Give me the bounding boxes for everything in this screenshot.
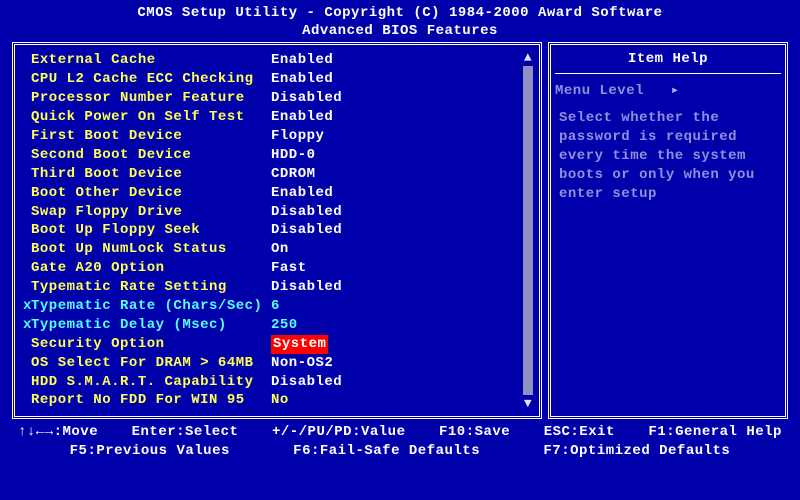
help-panel: Item Help Menu Level ▸ Select whether th… xyxy=(548,42,788,419)
setting-label: Processor Number Feature xyxy=(31,89,271,108)
setting-row[interactable]: Swap Floppy DriveDisabled xyxy=(31,203,513,222)
help-title: Item Help xyxy=(555,51,781,74)
setting-value[interactable]: Disabled xyxy=(271,221,342,240)
setting-label: CPU L2 Cache ECC Checking xyxy=(31,70,271,89)
menu-level-icon: ▸ xyxy=(671,83,680,99)
setting-value[interactable]: Enabled xyxy=(271,51,333,70)
setting-row[interactable]: Boot Other DeviceEnabled xyxy=(31,184,513,203)
app-title: CMOS Setup Utility - Copyright (C) 1984-… xyxy=(0,4,800,22)
setting-row[interactable]: Second Boot DeviceHDD-0 xyxy=(31,146,513,165)
scroll-up-icon[interactable]: ▲ xyxy=(524,51,532,64)
menu-level-label: Menu Level xyxy=(555,83,644,99)
setting-label: Swap Floppy Drive xyxy=(31,203,271,222)
scroll-down-icon[interactable]: ▼ xyxy=(524,397,532,410)
hint-select: Enter:Select xyxy=(132,423,239,442)
hint-value: +/-/PU/PD:Value xyxy=(272,423,406,442)
setting-label: Security Option xyxy=(31,335,271,354)
menu-level: Menu Level ▸ xyxy=(555,82,781,99)
hint-exit: ESC:Exit xyxy=(544,423,615,442)
setting-row[interactable]: External CacheEnabled xyxy=(31,51,513,70)
setting-value[interactable]: No xyxy=(271,391,289,410)
setting-value[interactable]: 6 xyxy=(271,297,280,316)
setting-label: First Boot Device xyxy=(31,127,271,146)
setting-value[interactable]: Disabled xyxy=(271,373,342,392)
setting-row[interactable]: Typematic Rate (Chars/Sec)6 xyxy=(31,297,513,316)
setting-label: Report No FDD For WIN 95 xyxy=(31,391,271,410)
help-text: Select whether the password is required … xyxy=(555,109,781,203)
setting-row[interactable]: Typematic Delay (Msec)250 xyxy=(31,316,513,335)
setting-value[interactable]: 250 xyxy=(271,316,298,335)
setting-value[interactable]: Disabled xyxy=(271,203,342,222)
footer-hints: ↑↓←→:Move Enter:Select +/-/PU/PD:Value F… xyxy=(0,419,800,461)
scroll-track[interactable] xyxy=(523,66,533,395)
setting-row[interactable]: OS Select For DRAM > 64MBNon-OS2 xyxy=(31,354,513,373)
scrollbar[interactable]: ▲ ▼ xyxy=(521,51,535,410)
setting-row[interactable]: Security OptionSystem xyxy=(31,335,513,354)
setting-label: HDD S.M.A.R.T. Capability xyxy=(31,373,271,392)
setting-value[interactable]: On xyxy=(271,240,289,259)
setting-label: Boot Up NumLock Status xyxy=(31,240,271,259)
settings-list[interactable]: External CacheEnabledCPU L2 Cache ECC Ch… xyxy=(19,51,517,410)
setting-label: Typematic Delay (Msec) xyxy=(31,316,271,335)
setting-label: Quick Power On Self Test xyxy=(31,108,271,127)
title-bar: CMOS Setup Utility - Copyright (C) 1984-… xyxy=(0,0,800,42)
hint-save: F10:Save xyxy=(439,423,510,442)
setting-value[interactable]: Enabled xyxy=(271,184,333,203)
setting-label: Boot Up Floppy Seek xyxy=(31,221,271,240)
setting-label: Boot Other Device xyxy=(31,184,271,203)
setting-value[interactable]: Fast xyxy=(271,259,307,278)
setting-value[interactable]: CDROM xyxy=(271,165,316,184)
setting-row[interactable]: Quick Power On Self TestEnabled xyxy=(31,108,513,127)
setting-row[interactable]: Boot Up Floppy SeekDisabled xyxy=(31,221,513,240)
hint-help: F1:General Help xyxy=(648,423,782,442)
setting-value[interactable]: Disabled xyxy=(271,89,342,108)
hint-optimized: F7:Optimized Defaults xyxy=(543,442,730,461)
setting-value[interactable]: Enabled xyxy=(271,70,333,89)
setting-row[interactable]: Gate A20 OptionFast xyxy=(31,259,513,278)
page-subtitle: Advanced BIOS Features xyxy=(0,22,800,40)
setting-row[interactable]: Boot Up NumLock StatusOn xyxy=(31,240,513,259)
hint-prev: F5:Previous Values xyxy=(70,442,230,461)
setting-label: Typematic Rate (Chars/Sec) xyxy=(31,297,271,316)
setting-value[interactable]: Floppy xyxy=(271,127,324,146)
setting-value[interactable]: System xyxy=(271,335,328,354)
setting-row[interactable]: Report No FDD For WIN 95No xyxy=(31,391,513,410)
setting-label: Gate A20 Option xyxy=(31,259,271,278)
hint-move: ↑↓←→:Move xyxy=(18,423,98,442)
hint-failsafe: F6:Fail-Safe Defaults xyxy=(293,442,480,461)
setting-row[interactable]: Typematic Rate SettingDisabled xyxy=(31,278,513,297)
setting-label: OS Select For DRAM > 64MB xyxy=(31,354,271,373)
setting-value[interactable]: Non-OS2 xyxy=(271,354,333,373)
setting-row[interactable]: First Boot DeviceFloppy xyxy=(31,127,513,146)
setting-row[interactable]: HDD S.M.A.R.T. CapabilityDisabled xyxy=(31,373,513,392)
settings-panel: External CacheEnabledCPU L2 Cache ECC Ch… xyxy=(12,42,542,419)
setting-value[interactable]: Enabled xyxy=(271,108,333,127)
setting-label: Third Boot Device xyxy=(31,165,271,184)
setting-value[interactable]: HDD-0 xyxy=(271,146,316,165)
setting-label: External Cache xyxy=(31,51,271,70)
setting-value[interactable]: Disabled xyxy=(271,278,342,297)
setting-row[interactable]: CPU L2 Cache ECC CheckingEnabled xyxy=(31,70,513,89)
setting-label: Second Boot Device xyxy=(31,146,271,165)
setting-row[interactable]: Processor Number FeatureDisabled xyxy=(31,89,513,108)
setting-row[interactable]: Third Boot DeviceCDROM xyxy=(31,165,513,184)
main-area: External CacheEnabledCPU L2 Cache ECC Ch… xyxy=(0,42,800,419)
setting-label: Typematic Rate Setting xyxy=(31,278,271,297)
